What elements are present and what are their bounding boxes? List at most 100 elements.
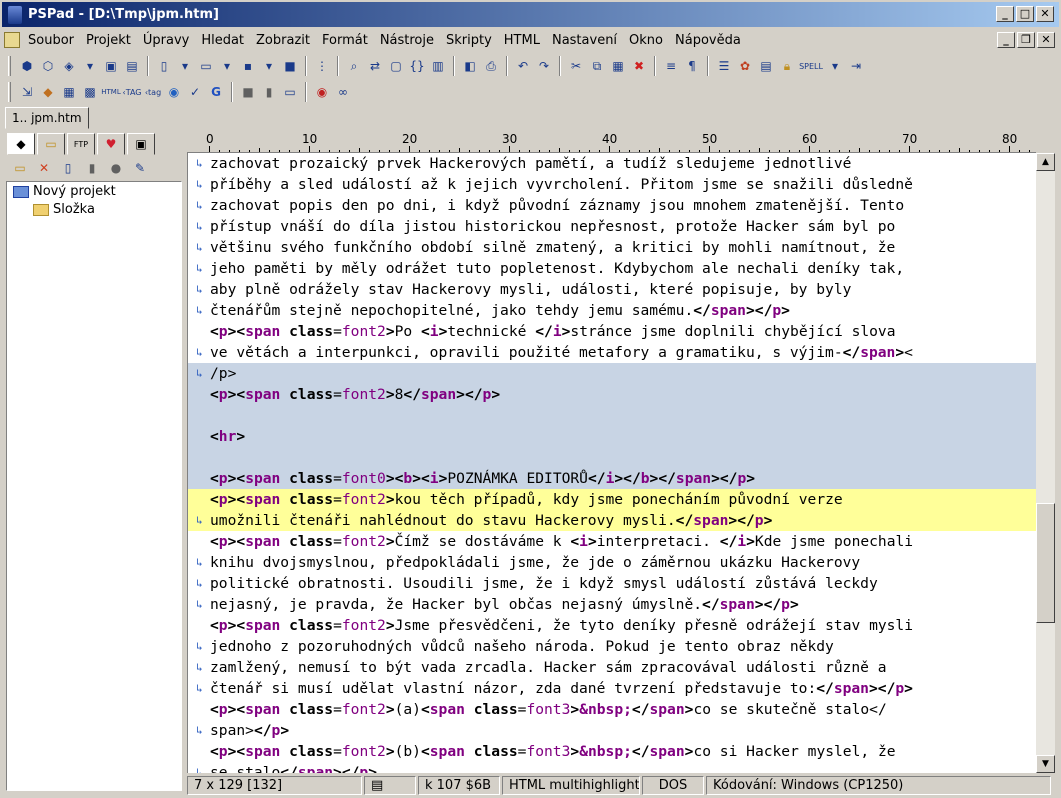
tab-jpm-htm[interactable]: 1.. jpm.htm (5, 107, 89, 129)
dropdown-icon[interactable]: ▾ (81, 57, 99, 75)
menu-item[interactable]: Skripty (440, 33, 498, 48)
add-folder-icon[interactable]: ▭ (11, 159, 29, 177)
eol-format[interactable]: DOS (642, 776, 704, 795)
code-line[interactable]: ↳ se stalo</span></p> (188, 762, 1036, 773)
code-line[interactable]: ↳ čtenářům stejně nepochopitelné, jako te… (188, 300, 1036, 321)
tree-node-folder[interactable]: Složka (33, 202, 95, 217)
menu-item[interactable]: HTML (498, 33, 546, 48)
save-icon[interactable]: ▪ (239, 57, 257, 75)
tree-node-project[interactable]: Nový projekt (13, 184, 116, 199)
code-line[interactable]: <p><span class=font2>Po <i>technické </i… (188, 321, 1036, 342)
glasses-icon[interactable]: ∞ (334, 83, 352, 101)
print-icon[interactable]: ⎙ (482, 57, 500, 75)
menu-item[interactable]: Projekt (80, 33, 137, 48)
menu-item[interactable]: Nápověda (669, 33, 747, 48)
delete-icon[interactable]: ✖ (630, 57, 648, 75)
menu-item[interactable]: Zobrazit (250, 33, 316, 48)
page-icon[interactable]: ▮ (260, 83, 278, 101)
code-line[interactable]: <p><span class=font0><b><i>POZNÁMKA EDIT… (188, 468, 1036, 489)
code-line[interactable]: <p><span class=font2>(b)<span class=font… (188, 741, 1036, 762)
bookmark-icon[interactable]: ▤ (364, 776, 416, 795)
globe-icon[interactable]: ◉ (165, 83, 183, 101)
code-line[interactable]: ↳ span></p> (188, 720, 1036, 741)
redo-icon[interactable]: ↷ (535, 57, 553, 75)
code-line[interactable]: ↳ umožnili čtenáři nahlédnout do stavu Ha… (188, 510, 1036, 531)
tab-clips[interactable]: ▣ (127, 133, 155, 155)
open-project-icon[interactable]: ⬡ (39, 57, 57, 75)
encoding[interactable]: Kódování: Windows (CP1250) (706, 776, 1051, 795)
google-icon[interactable]: G (207, 83, 225, 101)
mdi-close-button[interactable]: ✕ (1037, 32, 1055, 48)
remove-file-icon[interactable]: ▮ (83, 159, 101, 177)
remove-icon[interactable]: ✕ (35, 159, 53, 177)
code-line[interactable]: ↳ /p> (188, 363, 1036, 384)
code-line[interactable]: <p><span class=font2>Čímž se dostáváme k… (188, 531, 1036, 552)
minimize-button[interactable]: _ (996, 6, 1014, 22)
code-line[interactable]: <p><span class=font2>Jsme přesvědčeni, ž… (188, 615, 1036, 636)
code-line[interactable]: ↳ zachovat prozaický prvek Hackerových pa… (188, 153, 1036, 174)
block-icon[interactable]: ■ (239, 83, 257, 101)
tab-ftp[interactable]: FTP (67, 133, 95, 155)
menu-item[interactable]: Soubor (22, 33, 80, 48)
dropdown-icon[interactable]: ▾ (826, 57, 844, 75)
tag-icon[interactable]: ‹TAG (123, 83, 142, 101)
html-entity-icon[interactable]: ▩ (81, 83, 99, 101)
book-icon[interactable]: ▥ (429, 57, 447, 75)
close-button[interactable]: ✕ (1036, 6, 1054, 22)
scroll-down-icon[interactable]: ▼ (1036, 755, 1055, 773)
wrap-icon[interactable]: ≡ (662, 57, 680, 75)
code-line[interactable] (188, 447, 1036, 468)
new-file-icon[interactable]: ▯ (155, 57, 173, 75)
cut-icon[interactable]: ✂ (567, 57, 585, 75)
code-line[interactable]: ↳ přístup vnáší do díla jistou historicko… (188, 216, 1036, 237)
code-line[interactable]: ↳ politické obratnosti. Usoudili jsme, že… (188, 573, 1036, 594)
tag-lower-icon[interactable]: ‹tag (144, 83, 162, 101)
search-icon[interactable]: ⌕ (345, 57, 363, 75)
lock-icon[interactable]: 🔒︎ (778, 57, 796, 75)
mdi-minimize-button[interactable]: _ (997, 32, 1015, 48)
code-line[interactable]: ↳ aby plně odrážely stav Hackerovy mysli,… (188, 279, 1036, 300)
menu-item[interactable]: Úpravy (137, 33, 195, 48)
menu-item[interactable]: Nástroje (374, 33, 440, 48)
color-icon[interactable]: ✿ (736, 57, 754, 75)
code-line[interactable]: ↳ nejasný, je pravda, že Hacker byl občas… (188, 594, 1036, 615)
log-icon[interactable]: ▤ (123, 57, 141, 75)
code-line[interactable]: <p><span class=font2>kou těch případů, k… (188, 489, 1036, 510)
list-icon[interactable]: ☰ (715, 57, 733, 75)
record-icon[interactable]: ◉ (313, 83, 331, 101)
tab-favorites[interactable]: ♥ (97, 133, 125, 155)
dropdown-icon[interactable]: ▾ (176, 57, 194, 75)
paste-icon[interactable]: ▦ (609, 57, 627, 75)
add-file-icon[interactable]: ▯ (59, 159, 77, 177)
code-editor[interactable]: ↳ zachovat prozaický prvek Hackerových pa… (187, 153, 1036, 773)
code-line[interactable]: ↳ zamlžený, nemusí to být vada zrcadla. H… (188, 657, 1036, 678)
tab-files[interactable]: ▭ (37, 133, 65, 155)
open-folder-icon[interactable]: ▭ (197, 57, 215, 75)
compile-icon[interactable]: ▣ (102, 57, 120, 75)
import-icon[interactable]: ⇲ (18, 83, 36, 101)
color-grid-icon[interactable]: ▦ (60, 83, 78, 101)
highlighter[interactable]: HTML multihighlighter (502, 776, 640, 795)
table-icon[interactable]: ▤ (757, 57, 775, 75)
spell-icon[interactable]: SPELL (799, 57, 823, 75)
code-line[interactable]: <p><span class=font2>(a)<span class=font… (188, 699, 1036, 720)
save-project-icon[interactable]: ◈ (60, 57, 78, 75)
maximize-button[interactable]: □ (1016, 6, 1034, 22)
code-line[interactable]: ↳ zachovat popis den po dni, i když původ… (188, 195, 1036, 216)
tree-icon[interactable]: ⋮ (313, 57, 331, 75)
validator-icon[interactable]: ✓ (186, 83, 204, 101)
dropdown-icon[interactable]: ▾ (218, 57, 236, 75)
settings-icon[interactable]: ✎ (131, 159, 149, 177)
mdi-restore-button[interactable]: ❐ (1017, 32, 1035, 48)
code-line[interactable]: ↳ většinu svého funkčního období silně zm… (188, 237, 1036, 258)
code-line[interactable]: ↳ čtenář si musí udělat vlastní názor, zd… (188, 678, 1036, 699)
scroll-thumb[interactable] (1036, 503, 1055, 623)
pin-icon[interactable]: ⇥ (847, 57, 865, 75)
copy-icon[interactable]: ⧉ (588, 57, 606, 75)
code-line[interactable]: ↳ knihu dvojsmyslnou, předpokládali jsme,… (188, 552, 1036, 573)
preview-icon[interactable]: ◧ (461, 57, 479, 75)
comment-icon[interactable]: ▢ (387, 57, 405, 75)
html-txt-icon[interactable]: HTML (101, 83, 120, 101)
code-line[interactable]: <p><span class=font2>8</span></p> (188, 384, 1036, 405)
code-line[interactable]: ↳ příběhy a sled událostí až k jejich vyv… (188, 174, 1036, 195)
